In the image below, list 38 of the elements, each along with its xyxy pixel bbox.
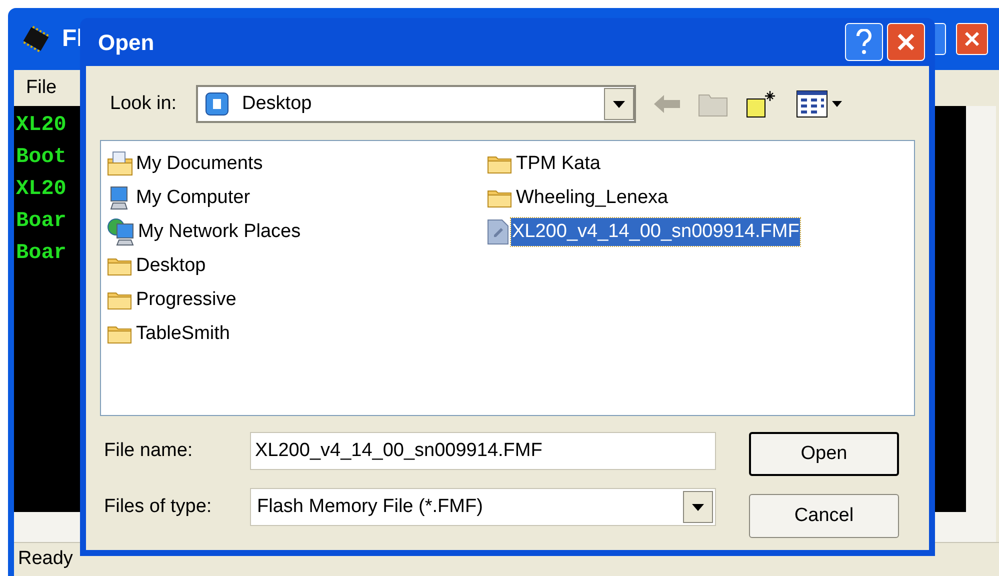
network-computer-icon	[107, 218, 135, 246]
dialog-button[interactable]: Cancel	[749, 494, 899, 538]
vertical-scrollbar[interactable]	[966, 106, 996, 512]
view-menu-button[interactable]	[796, 90, 842, 118]
close-icon	[896, 32, 916, 52]
listing-entry[interactable]: My Network Places	[137, 218, 302, 246]
file-name-field[interactable]: XL200_v4_14_00_sn009914.FMF	[250, 432, 716, 470]
console-line: Boar	[16, 241, 66, 267]
documents-folder-icon	[107, 151, 133, 177]
look-in-label: Look in:	[109, 92, 178, 116]
listing-entry[interactable]: Wheeling_Lenexa	[515, 184, 670, 212]
status-text: Ready	[18, 547, 73, 572]
listing-entry[interactable]: My Documents	[135, 150, 264, 178]
close-button[interactable]	[956, 23, 988, 55]
listing-entry[interactable]: Desktop	[135, 252, 207, 280]
console-line: Boar	[16, 209, 66, 235]
file-type-dropdown[interactable]: Flash Memory File (*.FMF)	[250, 488, 716, 526]
dialog-button[interactable]: Open	[749, 432, 899, 476]
menu-item[interactable]: File	[26, 74, 57, 102]
file-type-label: Files of type:	[103, 494, 213, 519]
listing-entry[interactable]: XL200_v4_14_00_sn009914.FMF	[511, 218, 800, 246]
console-line: XL20	[16, 177, 66, 203]
close-button[interactable]	[887, 23, 925, 61]
grid-view-icon	[796, 90, 828, 118]
help-button[interactable]	[845, 23, 883, 61]
new-folder-icon[interactable]	[746, 89, 778, 119]
listing-entry[interactable]: TableSmith	[135, 320, 231, 348]
file-name-label: File name:	[103, 438, 194, 463]
dialog-title: Open	[98, 28, 154, 57]
console-line: Boot	[16, 145, 66, 171]
listing-entry[interactable]: My Computer	[135, 184, 252, 212]
file-icon	[487, 219, 509, 245]
help-icon	[855, 29, 873, 55]
listing-entry[interactable]: TPM Kata	[515, 150, 602, 178]
listing-entry[interactable]: Progressive	[135, 286, 238, 314]
console-line: XL20	[16, 113, 66, 139]
look-in-dropdown[interactable]: Desktop	[196, 85, 636, 123]
close-icon	[964, 31, 980, 47]
